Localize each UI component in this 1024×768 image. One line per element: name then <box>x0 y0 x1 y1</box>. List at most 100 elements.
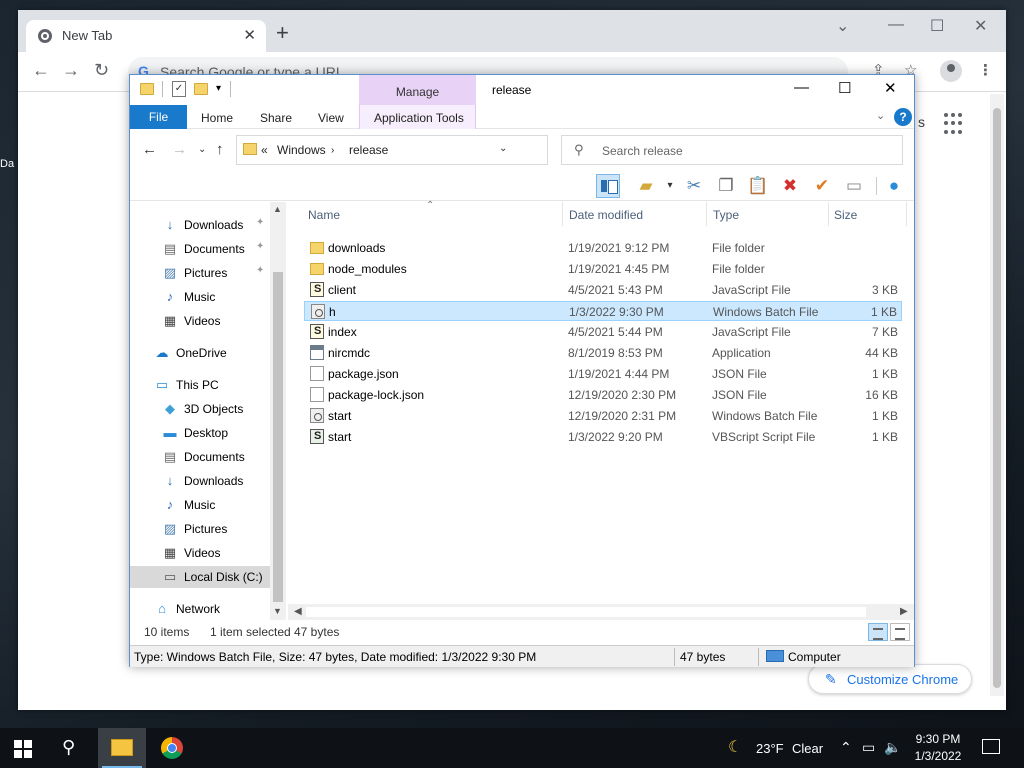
customize-chrome-button[interactable]: ✎ Customize Chrome <box>808 664 972 694</box>
system-clock[interactable]: 9:30 PM 1/3/2022 <box>908 731 968 765</box>
details-view-icon[interactable] <box>868 623 888 641</box>
network-icon[interactable]: ▭ <box>862 739 875 756</box>
breadcrumb-separator-icon[interactable]: › <box>331 145 334 156</box>
nav-item-documents[interactable]: ▤ Documents ✦ <box>130 238 270 260</box>
expand-ribbon-chevron-icon[interactable]: ⌄ <box>876 109 885 122</box>
weather-temperature[interactable]: 23°F <box>756 741 784 756</box>
nav-item-3d-objects[interactable]: ◆ 3D Objects <box>130 398 270 420</box>
file-row[interactable]: index 4/5/2021 5:44 PM JavaScript File 7 KB <box>304 322 902 342</box>
taskbar-chrome[interactable] <box>148 728 196 768</box>
column-header-date-modified[interactable]: Date modified <box>569 208 643 222</box>
breadcrumb-release[interactable]: release <box>349 143 388 157</box>
breadcrumb-overflow[interactable]: « <box>261 143 268 157</box>
delete-x-icon[interactable]: ✖ <box>778 174 802 198</box>
nav-item-pictures[interactable]: ▨ Pictures <box>130 518 270 540</box>
column-header-name[interactable]: Name <box>308 208 340 222</box>
nav-item-downloads[interactable]: ↓ Downloads ✦ <box>130 214 270 236</box>
search-input[interactable]: ⚲ Search release <box>561 135 903 165</box>
file-row[interactable]: downloads 1/19/2021 9:12 PM File folder <box>304 238 902 258</box>
chrome-tab-new-tab[interactable]: New Tab ✕ <box>26 20 266 52</box>
google-apps-icon[interactable] <box>944 113 966 135</box>
help-icon[interactable]: ? <box>894 108 912 126</box>
qat-dropdown-icon[interactable]: ▾ <box>216 83 221 94</box>
address-dropdown-icon[interactable]: ⌄ <box>499 143 507 154</box>
preview-pane-icon[interactable] <box>596 174 620 198</box>
new-folder-icon[interactable]: ▰ <box>634 174 658 198</box>
close-icon[interactable]: ✕ <box>884 79 897 97</box>
nav-item-this-pc[interactable]: ▭ This PC <box>130 374 270 396</box>
column-header-type[interactable]: Type <box>713 208 739 222</box>
pin-icon[interactable]: ✦ <box>256 241 264 252</box>
action-center-icon[interactable] <box>982 739 1000 754</box>
nav-item-videos[interactable]: ▦ Videos <box>130 542 270 564</box>
up-arrow-icon[interactable]: ↑ <box>216 141 224 158</box>
file-row[interactable]: start 1/3/2022 9:20 PM VBScript Script Fil… <box>304 427 902 447</box>
file-row[interactable]: package-lock.json 12/19/2020 2:30 PM JSON … <box>304 385 902 405</box>
recent-locations-chevron-icon[interactable]: ⌄ <box>198 144 206 155</box>
moon-weather-icon[interactable]: ☾ <box>728 737 742 757</box>
search-icon[interactable]: ⚲ <box>62 737 75 758</box>
nav-item-onedrive[interactable]: ☁ OneDrive <box>130 342 270 364</box>
tab-search-chevron-icon[interactable]: ⌄ <box>836 16 849 36</box>
file-row[interactable]: package.json 1/19/2021 4:44 PM JSON File 1 … <box>304 364 902 384</box>
column-header-size[interactable]: Size <box>834 208 857 222</box>
new-tab-plus-icon[interactable]: + <box>276 22 289 44</box>
horizontal-scrollbar[interactable]: ◀ ▶ <box>288 604 914 620</box>
pin-icon[interactable]: ✦ <box>256 265 264 276</box>
forward-arrow-icon[interactable]: → <box>172 141 187 158</box>
chrome-scrollbar[interactable] <box>990 94 1004 696</box>
header-link-fragment[interactable]: s <box>918 114 925 130</box>
chrome-menu-icon[interactable]: ⋮ <box>978 61 993 79</box>
nav-item-desktop[interactable]: ▬ Desktop <box>130 422 270 444</box>
maximize-icon[interactable]: ☐ <box>930 16 944 36</box>
forward-arrow-icon[interactable]: → <box>62 60 80 81</box>
ribbon-tab-application-tools[interactable]: Application Tools <box>374 111 464 125</box>
file-row[interactable]: h 1/3/2022 9:30 PM Windows Batch File 1 KB <box>304 301 902 321</box>
nav-item-pictures[interactable]: ▨ Pictures ✦ <box>130 262 270 284</box>
checkmark-icon[interactable]: ✔ <box>810 174 834 198</box>
nav-item-music[interactable]: ♪ Music <box>130 494 270 516</box>
maximize-icon[interactable]: ☐ <box>838 79 851 97</box>
back-arrow-icon[interactable]: ← <box>142 141 157 158</box>
ribbon-tab-file[interactable]: File <box>130 105 187 129</box>
file-row[interactable]: client 4/5/2021 5:43 PM JavaScript File 3 K… <box>304 280 902 300</box>
minimize-icon[interactable]: — <box>888 16 904 34</box>
reload-icon[interactable]: ↻ <box>94 60 109 81</box>
new-folder-icon[interactable] <box>194 83 208 95</box>
file-row[interactable]: nircmdc 8/1/2019 8:53 PM Application 44 KB <box>304 343 902 363</box>
globe-icon[interactable]: ● <box>882 174 906 198</box>
rename-icon[interactable]: ▭ <box>842 174 866 198</box>
paste-icon[interactable]: 📋 <box>746 174 770 198</box>
large-icons-view-icon[interactable] <box>890 623 910 641</box>
address-bar[interactable]: « Windows › release ⌄ ↻ <box>236 135 644 165</box>
show-hidden-icons-chevron-icon[interactable]: ⌃ <box>840 739 852 756</box>
back-arrow-icon[interactable]: ← <box>32 60 50 81</box>
ribbon-tab-share[interactable]: Share <box>260 111 292 125</box>
file-row[interactable]: start 12/19/2020 2:31 PM Windows Batch Fil… <box>304 406 902 426</box>
breadcrumb-windows[interactable]: Windows <box>277 143 326 157</box>
navigation-pane-scrollbar[interactable]: ▲ ▼ <box>270 202 286 620</box>
nav-item-local-disk-c[interactable]: ▭ Local Disk (C:) <box>130 566 270 588</box>
new-item-dropdown-icon[interactable]: ▾ <box>658 174 682 198</box>
file-row[interactable]: node_modules 1/19/2021 4:45 PM File folder <box>304 259 902 279</box>
profile-avatar-icon[interactable] <box>940 60 962 82</box>
nav-item-network[interactable]: ⌂ Network <box>130 598 270 620</box>
weather-condition[interactable]: Clear <box>792 741 823 756</box>
ribbon-tab-view[interactable]: View <box>318 111 344 125</box>
nav-item-videos[interactable]: ▦ Videos <box>130 310 270 332</box>
nav-item-downloads[interactable]: ↓ Downloads <box>130 470 270 492</box>
nav-item-music[interactable]: ♪ Music <box>130 286 270 308</box>
cut-scissors-icon[interactable]: ✂ <box>682 174 706 198</box>
manage-contextual-tab[interactable]: Manage <box>359 75 476 105</box>
nav-item-documents[interactable]: ▤ Documents <box>130 446 270 468</box>
copy-icon[interactable]: ❐ <box>714 174 738 198</box>
minimize-icon[interactable]: — <box>794 79 809 96</box>
pin-icon[interactable]: ✦ <box>256 217 264 228</box>
properties-check-icon[interactable]: ✓ <box>172 81 186 97</box>
taskbar-file-explorer[interactable] <box>98 728 146 768</box>
volume-muted-icon[interactable]: 🔈 <box>884 739 901 756</box>
ribbon-tab-home[interactable]: Home <box>201 111 233 125</box>
close-icon[interactable]: ✕ <box>974 16 987 36</box>
tab-close-icon[interactable]: ✕ <box>243 26 256 44</box>
windows-start-icon[interactable] <box>14 740 32 758</box>
